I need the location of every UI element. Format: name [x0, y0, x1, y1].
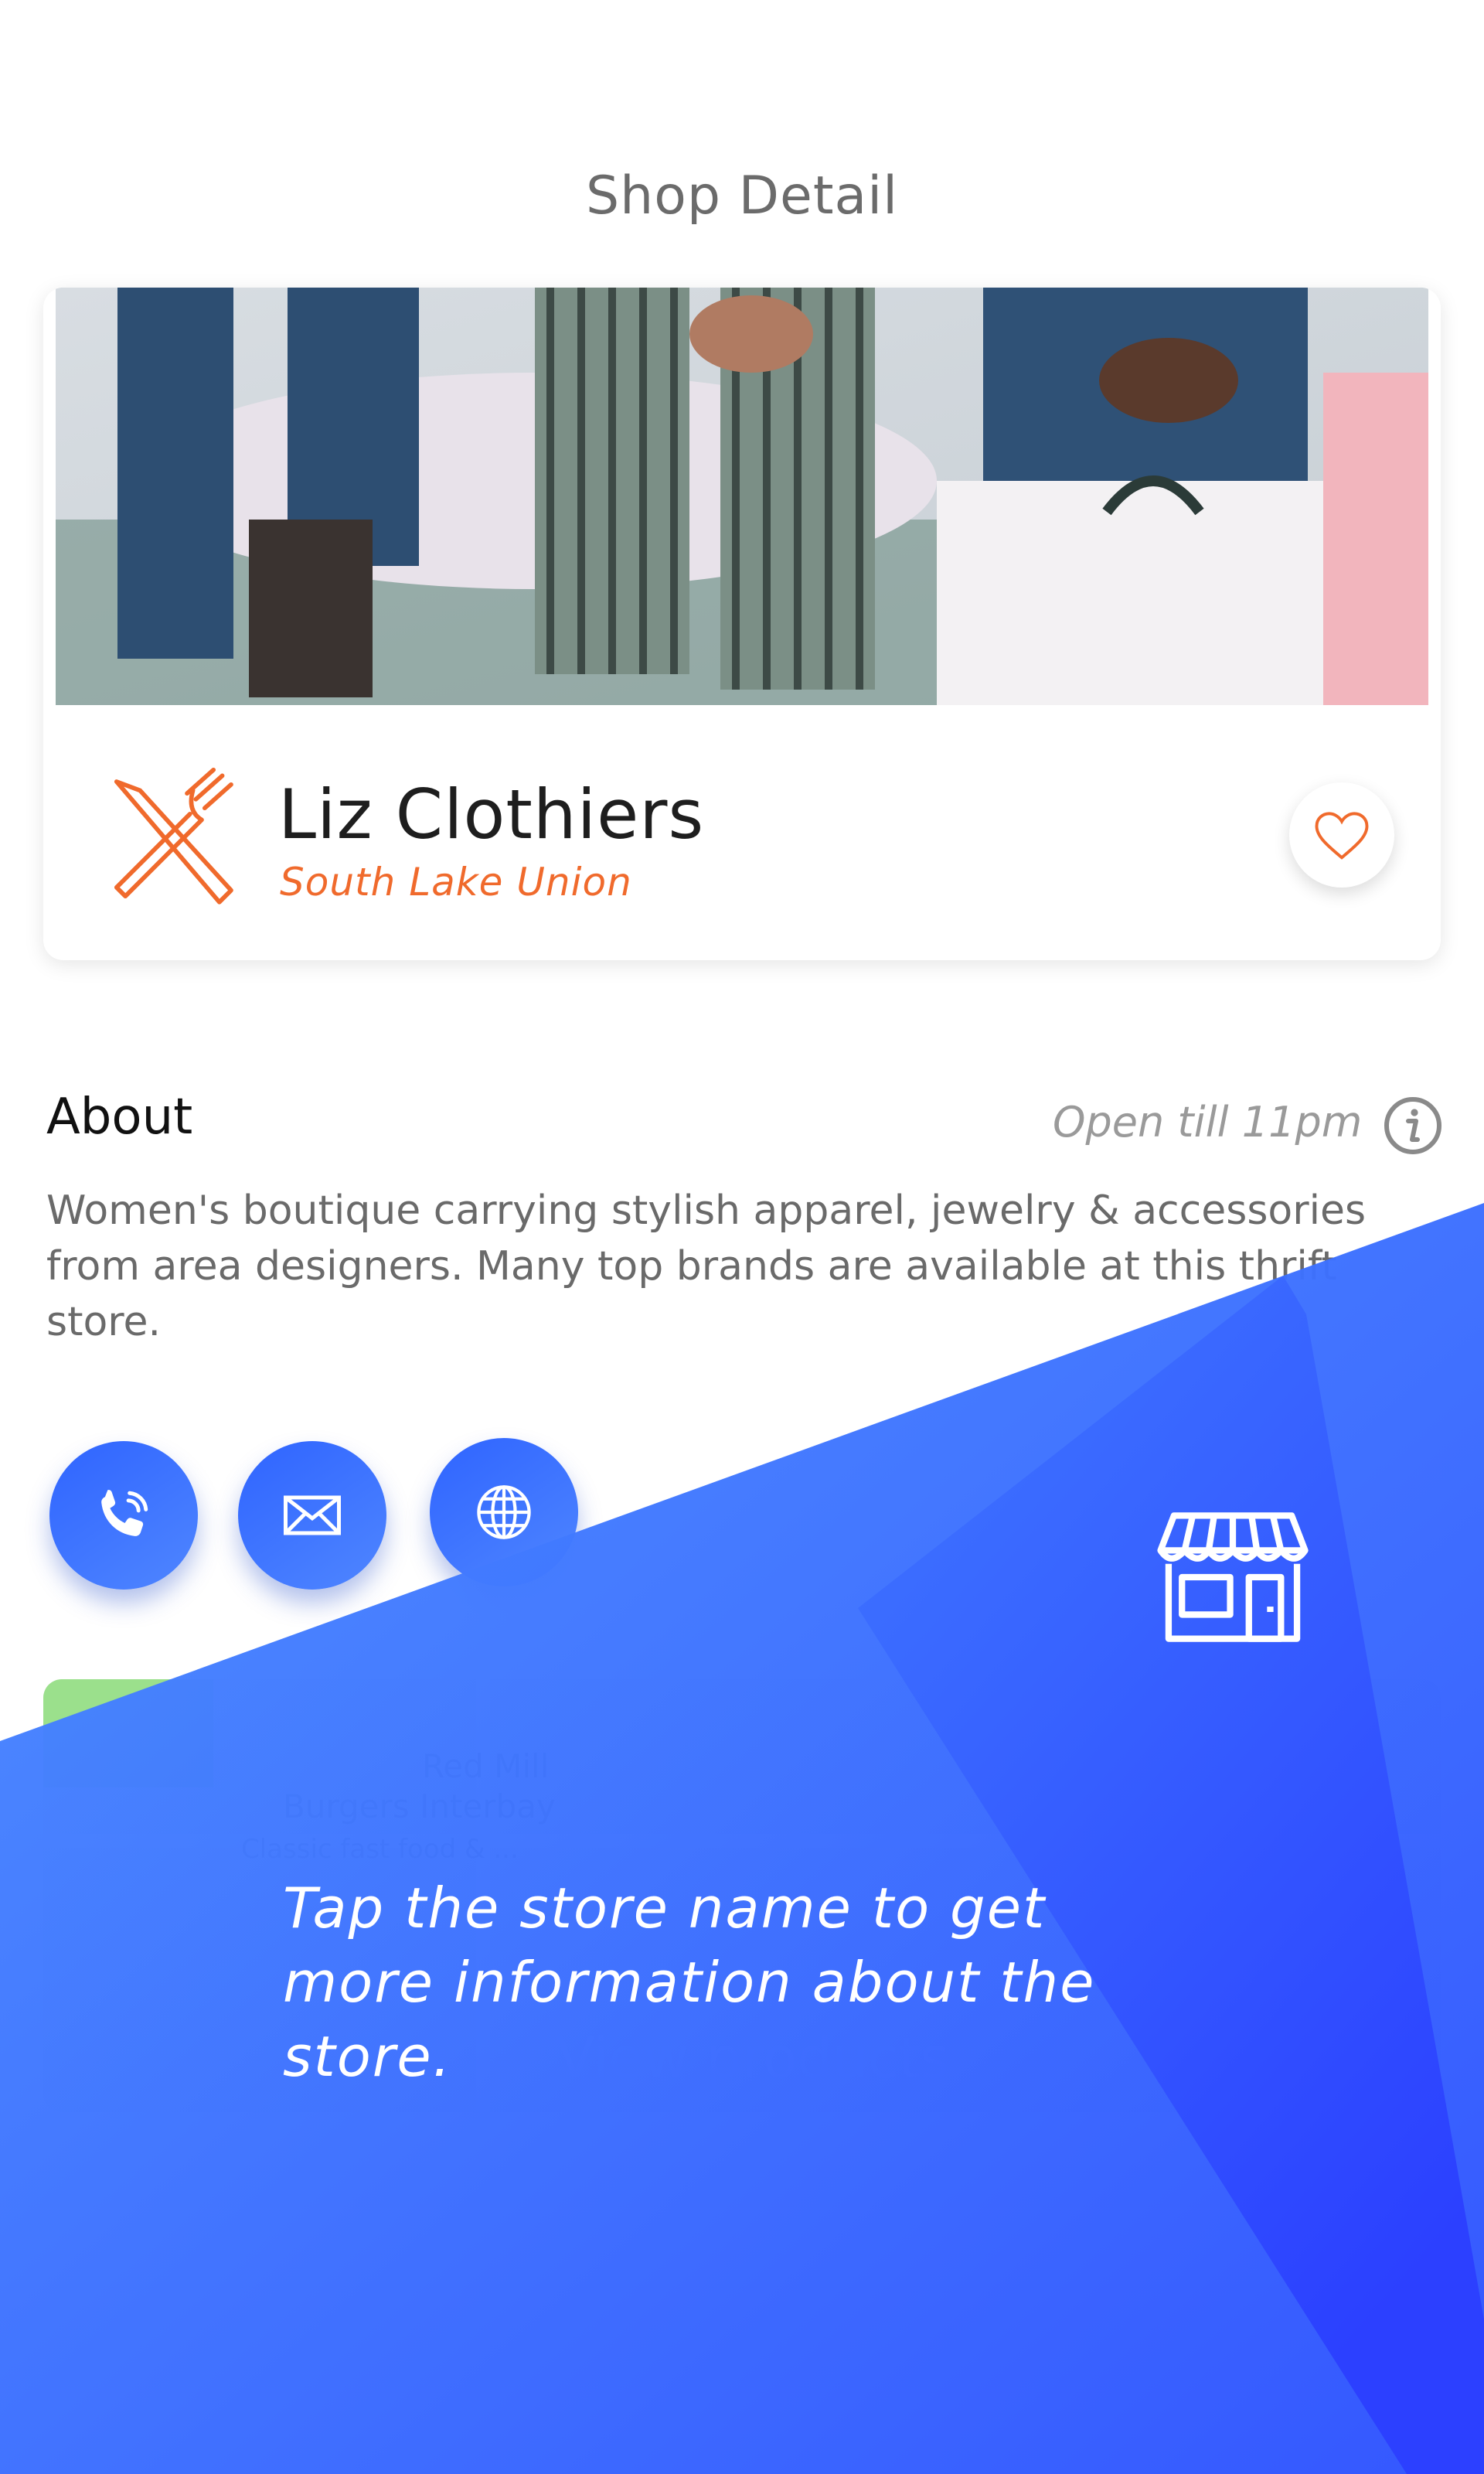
opening-hours: Open till 11pm: [1053, 1098, 1363, 1147]
heart-icon[interactable]: [1144, 2319, 1229, 2404]
app-header: Shop Detail: [0, 0, 1484, 278]
fork-knife-icon: [114, 767, 233, 905]
shop-hero-image: [56, 288, 1428, 705]
map-label: Classic fast food & ...: [241, 1834, 519, 1865]
map-label: Burgers Interbay: [283, 1787, 556, 1825]
page-title: Shop Detail: [586, 165, 898, 227]
mail-icon: [284, 1495, 341, 1535]
info-icon[interactable]: [1382, 1095, 1444, 1157]
search-icon[interactable]: [271, 2319, 356, 2404]
location-pin-icon[interactable]: [665, 2242, 819, 2412]
shop-card[interactable]: Liz Clothiers South Lake Union: [43, 288, 1441, 960]
about-description: Women's boutique carrying stylish appare…: [46, 1188, 1367, 1345]
map-park-area: [43, 1679, 213, 1787]
call-button[interactable]: [49, 1441, 198, 1590]
favorite-button[interactable]: [1289, 782, 1394, 888]
shop-name[interactable]: Liz Clothiers: [278, 775, 704, 854]
phone-icon: [101, 1490, 148, 1536]
map-label: Red Mill: [422, 1747, 550, 1785]
tutorial-tip-text: Tap the store name to get more informati…: [283, 1876, 1096, 2089]
storefront-icon: [1157, 1512, 1309, 1642]
shop-area: South Lake Union: [280, 860, 632, 905]
email-button[interactable]: [238, 1441, 386, 1590]
bottom-navigation: [0, 2242, 1484, 2474]
website-button[interactable]: [430, 1438, 578, 1586]
heart-icon: [1315, 812, 1369, 860]
about-heading: About: [46, 1089, 193, 1146]
globe-icon: [477, 1485, 531, 1539]
